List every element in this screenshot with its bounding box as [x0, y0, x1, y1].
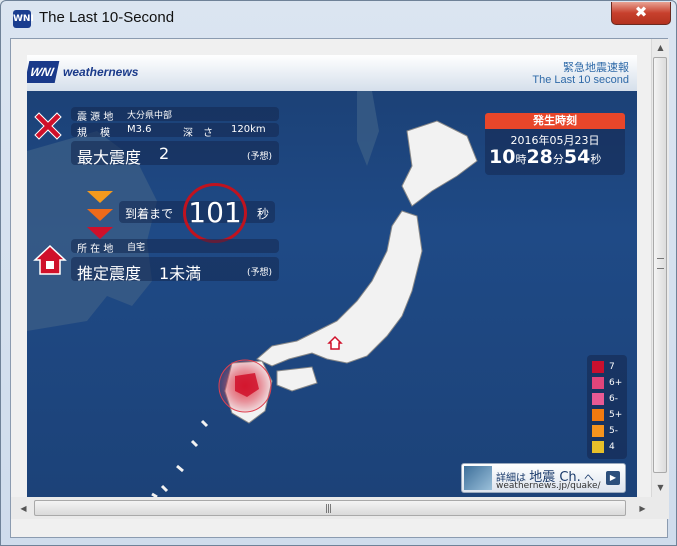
estimated-intensity-forecast-tag: (予想) [247, 268, 273, 278]
vertical-scroll-thumb[interactable] [653, 57, 667, 473]
depth-label: 深 さ [183, 128, 213, 139]
legend-swatch [592, 361, 604, 373]
header-title-en: The Last 10 second [532, 74, 629, 86]
location-row: 所 在 地 自宅 [71, 239, 279, 255]
estimated-intensity-row: 推定震度 1未満 (予想) [71, 257, 279, 283]
legend-swatch [592, 425, 604, 437]
quake-channel-url: weathernews.jp/quake/ [496, 481, 601, 491]
time-second-unit: 秒 [590, 153, 602, 166]
legend-label: 6+ [609, 378, 623, 388]
estimated-intensity-value: 1未満 [159, 264, 202, 283]
ryukyu-islands [151, 419, 209, 499]
magnitude-label: 規 模 [77, 128, 111, 139]
legend-item: 6- [592, 392, 626, 406]
app-window: WNI The Last 10-Second ✖ WNI weathernews… [0, 0, 677, 546]
earthquake-app: WNI weathernews 緊急地震速報 The Last 10 secon… [27, 55, 637, 499]
sakhalin-landmass [357, 91, 379, 166]
close-button[interactable]: ✖ [611, 2, 671, 25]
quake-channel-thumbnail [464, 466, 492, 490]
app-icon: WNI [13, 10, 34, 28]
legend-item: 7 [592, 360, 626, 374]
horizontal-scrollbar[interactable]: ◀ ||| ▶ [11, 497, 651, 519]
legend-swatch [592, 409, 604, 421]
legend-label: 6- [609, 394, 618, 404]
window-title: The Last 10-Second [39, 9, 175, 26]
location-label: 所 在 地 [77, 244, 114, 255]
scroll-down-icon[interactable]: ▼ [652, 479, 669, 496]
max-intensity-row: 最大震度 2 (予想) [71, 141, 279, 167]
quake-channel-link-button[interactable]: 詳細は 地震 Ch. へ weathernews.jp/quake/ ▶ [461, 463, 626, 493]
scrollbar-corner [651, 497, 668, 519]
max-intensity-label: 最大震度 [77, 148, 142, 167]
magnitude-value: M3.6 [127, 124, 152, 135]
scroll-grip-icon [657, 258, 664, 269]
epicenter-label: 震 源 地 [77, 112, 114, 123]
time-minute-unit: 分 [552, 153, 564, 166]
shikoku-landmass [276, 366, 318, 392]
legend-label: 4 [609, 442, 615, 452]
depth-value: 120km [231, 124, 266, 135]
weathernews-logo-text: weathernews [63, 65, 139, 79]
legend-item: 6+ [592, 376, 626, 390]
scroll-right-icon[interactable]: ▶ [634, 500, 651, 517]
title-bar[interactable]: WNI The Last 10-Second ✖ [1, 1, 676, 37]
scroll-grip-icon: ||| [325, 504, 332, 514]
max-intensity-value: 2 [159, 144, 170, 163]
vertical-scrollbar[interactable]: ▲ ▼ [651, 39, 669, 519]
time-minute: 28 [526, 146, 553, 168]
arrival-unit: 秒 [257, 207, 270, 221]
legend-item: 5- [592, 424, 626, 438]
arrival-arrows-icon [87, 191, 113, 239]
legend-label: 5+ [609, 410, 623, 420]
legend-item: 5+ [592, 408, 626, 422]
horizontal-scroll-thumb[interactable]: ||| [34, 500, 626, 516]
occurrence-time: 10時28分54秒 [489, 146, 623, 168]
client-area: WNI weathernews 緊急地震速報 The Last 10 secon… [10, 38, 669, 538]
arrival-label: 到着まで [125, 207, 174, 221]
max-intensity-forecast-tag: (予想) [247, 152, 273, 162]
legend-swatch [592, 377, 604, 389]
epicenter-value: 大分県中部 [127, 111, 173, 121]
occurrence-time-header: 発生時刻 [485, 113, 625, 129]
app-header: WNI weathernews 緊急地震速報 The Last 10 secon… [27, 55, 637, 91]
legend-label: 5- [609, 426, 618, 436]
estimated-intensity-label: 推定震度 [77, 264, 142, 283]
legend-swatch [592, 441, 604, 453]
magnitude-row: 規 模 M3.6 深 さ 120km [71, 123, 279, 139]
time-second: 54 [563, 146, 591, 168]
time-hour-unit: 時 [515, 153, 527, 166]
arrival-seconds: 101 [188, 196, 242, 229]
scroll-up-icon[interactable]: ▲ [652, 39, 669, 56]
epicenter-row: 震 源 地 大分県中部 [71, 107, 279, 123]
play-arrow-icon: ▶ [606, 471, 620, 485]
header-title-jp: 緊急地震速報 [563, 61, 629, 74]
occurrence-time-panel: 発生時刻 2016年05月23日 10時28分54秒 [485, 113, 625, 175]
cancel-x-icon [34, 112, 62, 140]
weathernews-logo-mark: WNI [27, 61, 60, 83]
hokkaido-landmass [401, 120, 478, 207]
legend-item: 4 [592, 440, 626, 454]
legend-label: 7 [609, 362, 615, 372]
location-value: 自宅 [127, 243, 146, 253]
time-hour: 10 [489, 146, 516, 168]
intensity-legend: 7 6+ 6- 5+ 5- 4 [587, 355, 627, 459]
legend-swatch [592, 393, 604, 405]
scroll-left-icon[interactable]: ◀ [15, 500, 32, 517]
home-icon [33, 244, 67, 275]
